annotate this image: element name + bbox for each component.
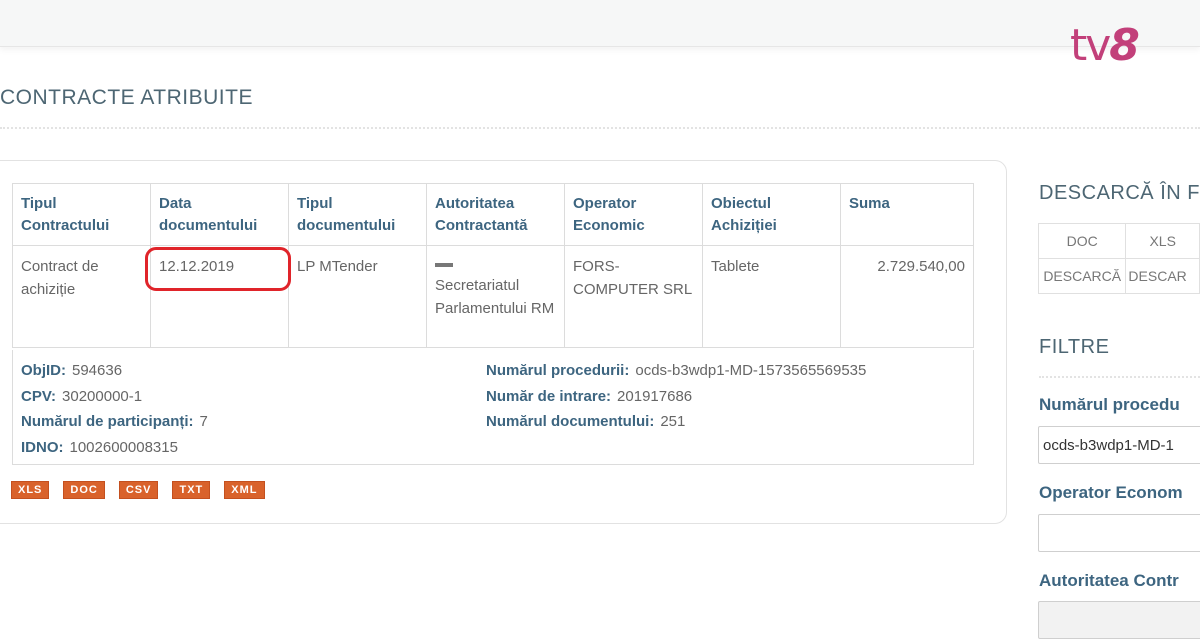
contracting-authority-input[interactable] (1038, 601, 1200, 639)
column-header-authority: Autoritatea Contractantă (426, 183, 565, 246)
contracts-table: Tipul Contractului Data documentului Tip… (12, 183, 974, 348)
top-navigation-bar (0, 0, 1200, 47)
table-header-row: Tipul Contractului Data documentului Tip… (12, 183, 974, 246)
procedure-number-input[interactable]: ocds-b3wdp1-MD-1 (1038, 426, 1200, 464)
authority-value: Secretariatul Parlamentului RM (435, 277, 555, 317)
filter-label-economic-operator: Operator Econom (1039, 483, 1183, 502)
export-xml-button[interactable]: XML (224, 481, 265, 499)
dash-icon (435, 263, 453, 267)
export-txt-button[interactable]: TXT (172, 481, 211, 499)
column-header-document-type: Tipul documentului (288, 183, 427, 246)
details-right-column: Numărul procedurii: ocds-b3wdp1-MD-157356… (486, 358, 866, 435)
detail-cpv: CPV: 30200000-1 (21, 387, 143, 405)
detail-document-number: Numărul documentului: 251 (486, 413, 686, 430)
column-header-operator: Operator Economic (564, 183, 703, 246)
export-doc-button[interactable]: DOC (63, 481, 105, 499)
logo-text-tv: tv (1070, 20, 1111, 71)
cell-object: Tablete (702, 245, 841, 348)
details-left-column: ObjID: 594636 CPV: 30200000-1 Numărul de p… (21, 358, 208, 460)
logo-text-8: 8 (1109, 20, 1140, 71)
detail-entry-number: Număr de intrare: 201917686 (486, 387, 693, 405)
economic-operator-input[interactable] (1038, 514, 1200, 552)
cell-amount: 2.729.540,00 (840, 245, 974, 348)
cell-authority: Secretariatul Parlamentului RM (426, 245, 565, 348)
export-xls-button[interactable]: XLS (11, 481, 50, 499)
cell-operator: FORS-COMPUTER SRL (564, 245, 703, 348)
filters-divider (1039, 376, 1200, 378)
export-buttons: XLS DOC CSV TXT XML (11, 481, 265, 499)
page-title: CONTRACTE ATRIBUITE (0, 86, 253, 109)
column-header-amount: Suma (840, 183, 974, 246)
download-formats-table: DOC XLS DESCARCĂ DESCAR (1037, 223, 1200, 294)
red-highlight-annotation (145, 247, 291, 291)
detail-participants: Numărul de participanți: 7 (21, 413, 208, 430)
title-divider (0, 127, 1200, 129)
column-header-contract-type: Tipul Contractului (12, 183, 151, 246)
download-section-title: DESCARCĂ ÎN F (1039, 182, 1200, 204)
cell-document-date: 12.12.2019 (145, 245, 291, 348)
filter-label-contracting-authority: Autoritatea Contr (1039, 571, 1179, 590)
cell-document-type: LP MTender (288, 245, 427, 348)
export-csv-button[interactable]: CSV (118, 481, 159, 499)
download-xls-link[interactable]: DESCAR (1125, 258, 1200, 294)
detail-procedure-number: Numărul procedurii: ocds-b3wdp1-MD-157356… (486, 362, 867, 379)
cell-contract-type: Contract de achiziție (12, 245, 151, 348)
tv8-logo: tv8 (1070, 24, 1140, 68)
download-format-xls: XLS (1125, 223, 1200, 259)
filters-title: FILTRE (1039, 336, 1110, 358)
table-row[interactable]: Contract de achiziție 12.12.2019 LP MTen… (12, 245, 974, 348)
column-header-object: Obiectul Achiziției (702, 183, 841, 246)
detail-objid: ObjID: 594636 (21, 362, 123, 379)
detail-idno: IDNO: 1002600008315 (21, 438, 178, 456)
contract-details: ObjID: 594636 CPV: 30200000-1 Numărul de p… (12, 350, 974, 465)
download-format-doc: DOC (1037, 223, 1127, 259)
download-doc-link[interactable]: DESCARCĂ (1037, 258, 1127, 294)
column-header-document-date: Data documentului (150, 183, 289, 246)
filter-label-procedure-number: Numărul procedu (1039, 395, 1180, 414)
